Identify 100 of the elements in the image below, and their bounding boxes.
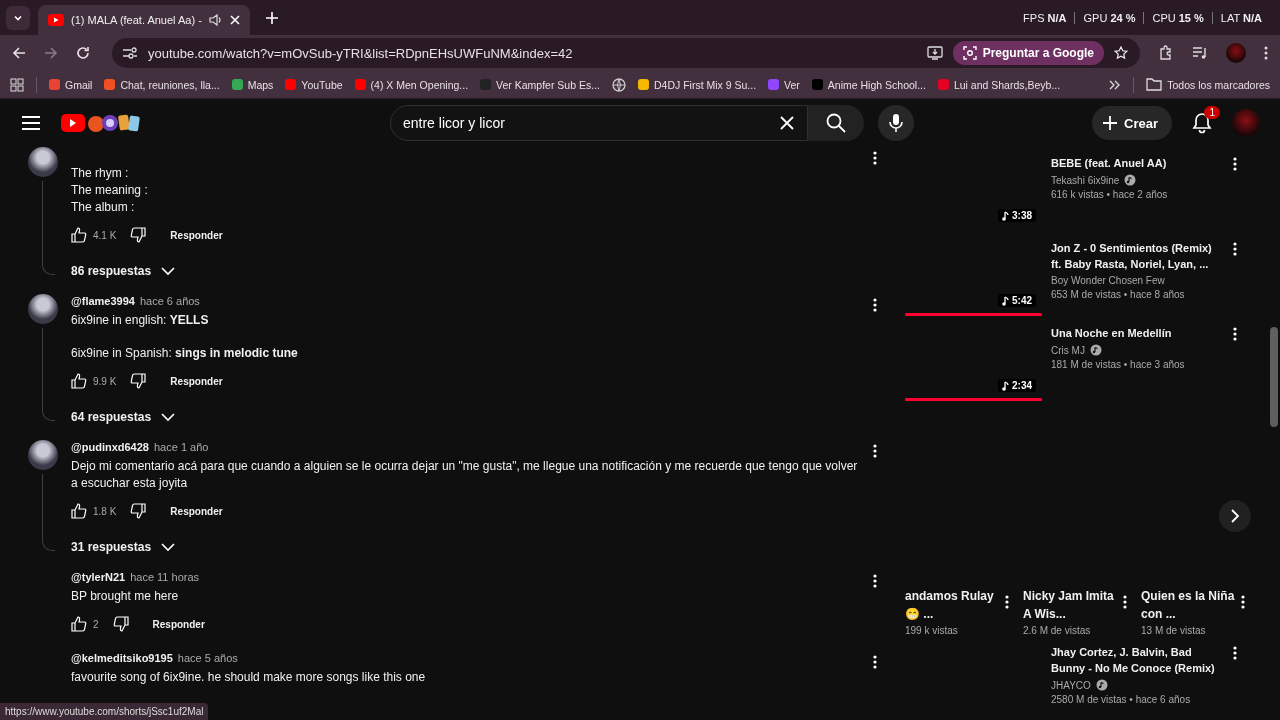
short-views: 2.6 M de vistas — [1023, 625, 1092, 636]
comment-author[interactable]: @kelmeditsiko9195 — [71, 652, 173, 664]
tab-search-button[interactable] — [6, 6, 30, 30]
ask-google-button[interactable]: Preguntar a Google — [952, 41, 1104, 65]
voice-search-button[interactable] — [878, 105, 914, 141]
more-icon[interactable] — [1241, 595, 1245, 609]
back-icon[interactable] — [12, 46, 26, 60]
comment-text: Dejo mi comentario acá para que cuando a alguien se le ocurra dejar un "me gusta", me llegue una notificación y me recuerde que tengo que volver a escuchar esta joyita — [71, 458, 859, 492]
channel-name[interactable]: Boy Wonder Chosen Few — [1051, 275, 1165, 286]
more-icon[interactable] — [1264, 46, 1268, 60]
replies-toggle[interactable]: 31 respuestas — [71, 530, 176, 564]
browser-tab[interactable]: (1) MALA (feat. Anuel Aa) - — [38, 5, 250, 35]
more-icon[interactable] — [873, 655, 877, 669]
more-icon[interactable] — [873, 151, 877, 165]
replies-toggle[interactable]: 86 respuestas — [71, 254, 176, 288]
speaker-icon[interactable] — [208, 14, 223, 26]
comment-author[interactable]: @pudinxd6428 — [71, 441, 149, 453]
user-avatar[interactable] — [28, 440, 58, 470]
create-button[interactable]: Crear — [1092, 106, 1172, 140]
reply-button[interactable]: Responder — [164, 499, 229, 523]
more-icon[interactable] — [1233, 327, 1237, 341]
bookmark-item[interactable]: Maps — [231, 78, 274, 91]
bookmark-item[interactable]: YouTube — [285, 78, 343, 91]
comment-author[interactable]: @flame3994 — [71, 295, 135, 307]
comment-time[interactable]: hace 5 años — [177, 652, 238, 664]
search-field[interactable]: entre licor y licor — [390, 105, 808, 141]
reply-button[interactable]: Responder — [146, 612, 211, 636]
chevron-down-icon — [161, 412, 176, 422]
clear-icon[interactable] — [780, 116, 794, 130]
video-title[interactable]: Jon Z - 0 Sentimientos (Remix) ft. Baby Rasta, Noriel, Lyan, ... — [1051, 240, 1224, 272]
more-icon[interactable] — [1005, 595, 1009, 609]
more-bookmarks-icon[interactable] — [1109, 79, 1122, 90]
comment-time[interactable]: hace 6 años — [139, 295, 200, 307]
like-icon[interactable] — [71, 373, 87, 389]
like-count: 2 — [93, 618, 99, 630]
bookmark-item[interactable]: Chat, reuniones, lla... — [104, 78, 220, 91]
more-icon[interactable] — [873, 444, 877, 458]
dislike-icon[interactable] — [112, 616, 129, 632]
globe-icon[interactable] — [611, 77, 626, 92]
bookmark-item[interactable]: Anime High School... — [811, 78, 926, 91]
bookmark-item[interactable]: Gmail — [49, 78, 93, 91]
channel-name[interactable]: Tekashi 6ix9ine — [1051, 174, 1120, 186]
comment-time[interactable]: hace 11 horas — [130, 571, 200, 583]
channel-name[interactable]: Cris MJ — [1051, 344, 1085, 356]
search-icon — [826, 113, 846, 133]
more-icon[interactable] — [873, 298, 877, 312]
lens-icon — [962, 46, 977, 60]
video-title[interactable]: Una Noche en Medellín — [1051, 325, 1224, 341]
address-bar[interactable]: youtube.com/watch?v=mOvSub-yTRI&list=RDpnEHsUWFuNM&index=42 Preguntar a Google — [112, 38, 1140, 68]
scrollbar-thumb[interactable] — [1270, 327, 1278, 427]
user-avatar[interactable] — [28, 294, 58, 324]
comment-time[interactable]: hace 1 año — [153, 441, 209, 453]
new-tab-icon[interactable] — [265, 12, 278, 24]
video-title[interactable]: BEBE (feat. Anuel AA) — [1051, 155, 1224, 171]
short-title[interactable]: Quien es la Niña con ... — [1141, 587, 1237, 623]
next-button[interactable] — [1219, 500, 1251, 532]
channel-name[interactable]: JHAYCO — [1051, 679, 1091, 691]
more-icon[interactable] — [1233, 646, 1237, 660]
site-settings-icon[interactable] — [122, 46, 138, 60]
performance-stat: LAT N/A — [1211, 11, 1270, 24]
notification-badge: 1 — [1204, 106, 1220, 119]
more-icon[interactable] — [1233, 242, 1237, 256]
more-icon[interactable] — [873, 574, 877, 588]
video-title[interactable]: Jhay Cortez, J. Balvin, Bad Bunny - No Me Conoce (Remix) — [1051, 644, 1224, 676]
search-button[interactable] — [808, 105, 864, 141]
bookmark-item[interactable]: D4DJ First Mix 9 Su... — [637, 78, 757, 91]
comment-text: BP brought me here — [71, 588, 180, 605]
bookmark-folder[interactable]: Todos los marcadores — [1146, 78, 1270, 91]
bookmark-item[interactable]: Ver — [768, 78, 800, 91]
dislike-icon[interactable] — [130, 227, 147, 243]
dislike-icon[interactable] — [130, 503, 147, 519]
short-title[interactable]: andamos Rulay😁 ... — [905, 587, 1001, 623]
forward-icon[interactable] — [44, 46, 58, 60]
like-icon[interactable] — [71, 616, 87, 632]
user-avatar[interactable] — [28, 147, 58, 177]
bookmark-item[interactable]: (4) X Men Opening... — [354, 78, 469, 91]
like-icon[interactable] — [71, 227, 87, 243]
star-icon[interactable] — [1114, 46, 1128, 60]
comment-text: 6ix9ine in Spanish: sings in melodic tune — [71, 345, 299, 362]
like-icon[interactable] — [71, 503, 87, 519]
close-icon[interactable] — [229, 15, 240, 25]
media-controls-icon[interactable] — [1192, 46, 1208, 60]
comment-author[interactable]: @tylerN21 — [71, 571, 126, 583]
dislike-icon[interactable] — [130, 373, 147, 389]
reply-button[interactable]: Responder — [164, 369, 229, 393]
short-title[interactable]: Nicky Jam Imita A Wis... — [1023, 587, 1119, 623]
microphone-icon — [889, 113, 903, 133]
reload-icon[interactable] — [76, 46, 90, 60]
bookmark-item[interactable]: Ver Kampfer Sub Es... — [480, 78, 600, 91]
notifications-icon[interactable] — [1192, 112, 1212, 134]
youtube-icon — [48, 14, 64, 26]
apps-icon[interactable] — [10, 77, 24, 92]
reply-button[interactable]: Responder — [164, 223, 229, 247]
bookmark-item[interactable]: Lui and Shards,Beyb... — [937, 78, 1061, 91]
replies-toggle[interactable]: 64 respuestas — [71, 400, 176, 434]
more-icon[interactable] — [1123, 595, 1127, 609]
install-app-icon[interactable] — [926, 46, 943, 60]
menu-icon[interactable] — [22, 116, 40, 130]
more-icon[interactable] — [1233, 157, 1237, 171]
extensions-icon[interactable] — [1158, 45, 1174, 61]
